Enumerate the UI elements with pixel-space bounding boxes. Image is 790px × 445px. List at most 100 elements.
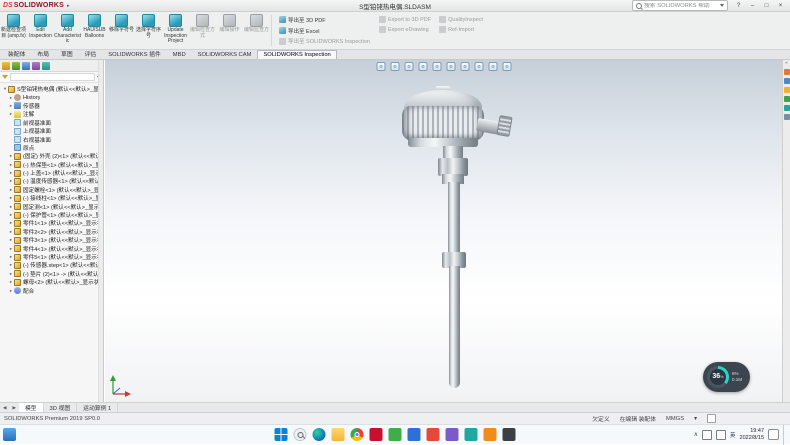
performance-overlay[interactable]: 36 % 6% 0.1M <box>703 362 750 392</box>
view-settings-icon[interactable] <box>502 62 511 71</box>
tree-item[interactable]: ▸ (-) 接线柱<1> (默认<<默认>_显示状... <box>2 194 103 202</box>
export-menu-item[interactable]: 导出至 SOLIDWORKS Inspection 项目 <box>279 37 371 45</box>
qq-icon[interactable] <box>408 428 421 441</box>
export-menu-item[interactable]: QualityInspect <box>439 16 483 23</box>
ribbon-button[interactable]: Add Characteristic <box>54 12 81 49</box>
ribbon-tab[interactable]: 装配体 <box>2 47 31 59</box>
model-tab[interactable]: 3D 视图 <box>44 403 78 412</box>
ribbon-button[interactable]: 新建检查项目 (amp.fx) <box>0 12 27 49</box>
tree-item[interactable]: ▸ 固定测<1> (默认<<默认>_显示状态... <box>2 202 103 210</box>
zoom-area-icon[interactable] <box>390 62 399 71</box>
export-menu-item[interactable]: Export eDrawing <box>379 26 431 33</box>
show-desktop-button[interactable] <box>783 425 787 445</box>
tabs-scroll-left[interactable]: ◀ <box>0 405 9 411</box>
menu-expand-arrow[interactable]: ▸ <box>67 3 70 9</box>
tree-item[interactable]: ▸ (-) 传感器.step<1> (默认<<默认... <box>2 261 103 269</box>
file-explorer-icon[interactable] <box>784 87 790 93</box>
export-menu-item[interactable]: Ref-Import <box>439 26 483 33</box>
tray-overflow-chevron[interactable]: ∧ <box>694 431 698 438</box>
model-probe-lower[interactable] <box>449 266 460 378</box>
cloud-app-icon[interactable] <box>465 428 478 441</box>
widgets-icon[interactable] <box>3 428 16 441</box>
tree-item[interactable]: ▸ 固定螺栓<1> (默认<<默认>_显示状... <box>2 186 103 194</box>
tree-item[interactable]: ▸ (-) 温度传感器<1> (默认<<默认>_显... <box>2 177 103 185</box>
tree-item[interactable]: 原点 <box>2 144 103 152</box>
settings-app-icon[interactable] <box>503 428 516 441</box>
ribbon-button[interactable]: 选择字符序号 <box>135 12 162 49</box>
ribbon-button[interactable]: 移除字符号 <box>108 12 135 49</box>
search-icon[interactable] <box>294 428 307 441</box>
design-library-icon[interactable] <box>784 78 790 84</box>
view-orientation-icon[interactable] <box>432 62 441 71</box>
tree-item[interactable]: ▸ History <box>2 93 103 101</box>
ribbon-button[interactable]: 编辑操作 <box>216 12 243 49</box>
tree-item[interactable]: ▸ 零件3<1> (默认<<默认>_显示状态... <box>2 236 103 244</box>
file-explorer-icon[interactable] <box>332 428 345 441</box>
display-style-icon[interactable] <box>446 62 455 71</box>
status-options-icon[interactable] <box>707 414 716 423</box>
task-pane-collapse-chevron[interactable]: « <box>785 61 788 66</box>
hide-show-items-icon[interactable] <box>460 62 469 71</box>
video-app-icon[interactable] <box>446 428 459 441</box>
search-input[interactable] <box>644 3 718 9</box>
tree-item[interactable]: ▸ (-) 热保垫<1> (默认<<默认>_显示状... <box>2 161 103 169</box>
wechat-icon[interactable] <box>389 428 402 441</box>
model-tab[interactable]: 模型 <box>19 403 44 412</box>
tree-item[interactable]: ▸ (-) 保护管<1> (默认<<默认>_显示状... <box>2 211 103 219</box>
ribbon-button[interactable]: Edit Inspection <box>27 12 54 49</box>
units-selector[interactable]: MMGS <box>666 416 684 422</box>
configurationmanager-tab-icon[interactable] <box>22 62 30 70</box>
dimxpertmanager-tab-icon[interactable] <box>32 62 40 70</box>
graphics-viewport[interactable]: 36 % 6% 0.1M <box>105 60 782 402</box>
tree-item[interactable]: ▸ 零件2<2> (默认<<默认>_显示状态... <box>2 228 103 236</box>
tree-item[interactable]: ▸ 零件4<1> (默认<<默认>_显示状态... <box>2 244 103 252</box>
custom-properties-icon[interactable] <box>784 114 790 120</box>
appearances-icon[interactable] <box>784 105 790 111</box>
filter-funnel-icon[interactable] <box>2 75 8 79</box>
volume-icon[interactable] <box>716 430 726 440</box>
ribbon-button[interactable]: HAU/SUB Balloons <box>81 12 108 49</box>
search-box[interactable] <box>632 0 728 11</box>
ribbon-tab[interactable]: SOLIDWORKS CAM <box>192 50 258 59</box>
tree-scrollbar[interactable] <box>98 60 103 402</box>
tree-item[interactable]: ▸ (-) 上盖<1> (默认<<默认>_显示状... <box>2 169 103 177</box>
tree-item[interactable]: ▸ 零件1<1> (默认<<默认>_显示状态... <box>2 219 103 227</box>
ribbon-button[interactable]: 编辑监查方 <box>243 12 270 49</box>
start-icon[interactable] <box>275 428 288 441</box>
export-menu-item[interactable]: 导出至 Excel <box>279 27 371 35</box>
tree-item[interactable]: ▸ (-) 垫片 (2)<1> -> (默认<<默认>... <box>2 270 103 278</box>
ribbon-tab[interactable]: 草图 <box>55 47 79 59</box>
model-head-ribbed-band[interactable] <box>402 106 484 140</box>
ribbon-button[interactable]: 编辑检查方式 <box>189 12 216 49</box>
apply-scene-icon[interactable] <box>488 62 497 71</box>
solidworks-icon[interactable] <box>370 428 383 441</box>
tree-item[interactable]: 上视基准面 <box>2 127 103 135</box>
ribbon-tab[interactable]: MBD <box>167 50 192 59</box>
tree-item[interactable]: ▸ (固定) 外壳 (2)<1> (默认<<默认>_显示状态 <box>2 152 103 160</box>
tree-filter-input[interactable] <box>10 73 95 81</box>
ribbon-tab[interactable]: SOLIDWORKS 插件 <box>102 47 167 59</box>
ribbon-button[interactable]: Update Inspection Project <box>162 12 189 49</box>
help-button[interactable]: ? <box>732 1 745 11</box>
previous-view-icon[interactable] <box>404 62 413 71</box>
close-button[interactable]: × <box>774 1 787 11</box>
edit-appearance-icon[interactable] <box>474 62 483 71</box>
clock[interactable]: 19:47 2022/8/15 <box>740 428 764 441</box>
export-menu-item[interactable]: Export to 3D PDF <box>379 16 431 23</box>
network-icon[interactable] <box>702 430 712 440</box>
propertymanager-tab-icon[interactable] <box>12 62 20 70</box>
tree-item[interactable]: ▾ S型铂铑热电偶 (默认<<默认>_显示状态-1 <box>2 85 103 93</box>
zoom-fit-icon[interactable] <box>376 62 385 71</box>
displaymanager-tab-icon[interactable] <box>42 62 50 70</box>
section-view-icon[interactable] <box>418 62 427 71</box>
export-menu-item[interactable]: 导出至 3D PDF <box>279 16 371 24</box>
resources-tab-icon[interactable] <box>784 69 790 75</box>
chrome-icon[interactable] <box>351 428 364 441</box>
featuremanager-tab-icon[interactable] <box>2 62 10 70</box>
search-dropdown-icon[interactable] <box>720 4 724 7</box>
units-dropdown-arrow[interactable]: ▾ <box>694 416 697 422</box>
model-probe-tip[interactable] <box>449 376 460 388</box>
view-palette-icon[interactable] <box>784 96 790 102</box>
tree-item[interactable]: ▸ 传感器 <box>2 102 103 110</box>
tree-item[interactable]: 右视基准面 <box>2 135 103 143</box>
